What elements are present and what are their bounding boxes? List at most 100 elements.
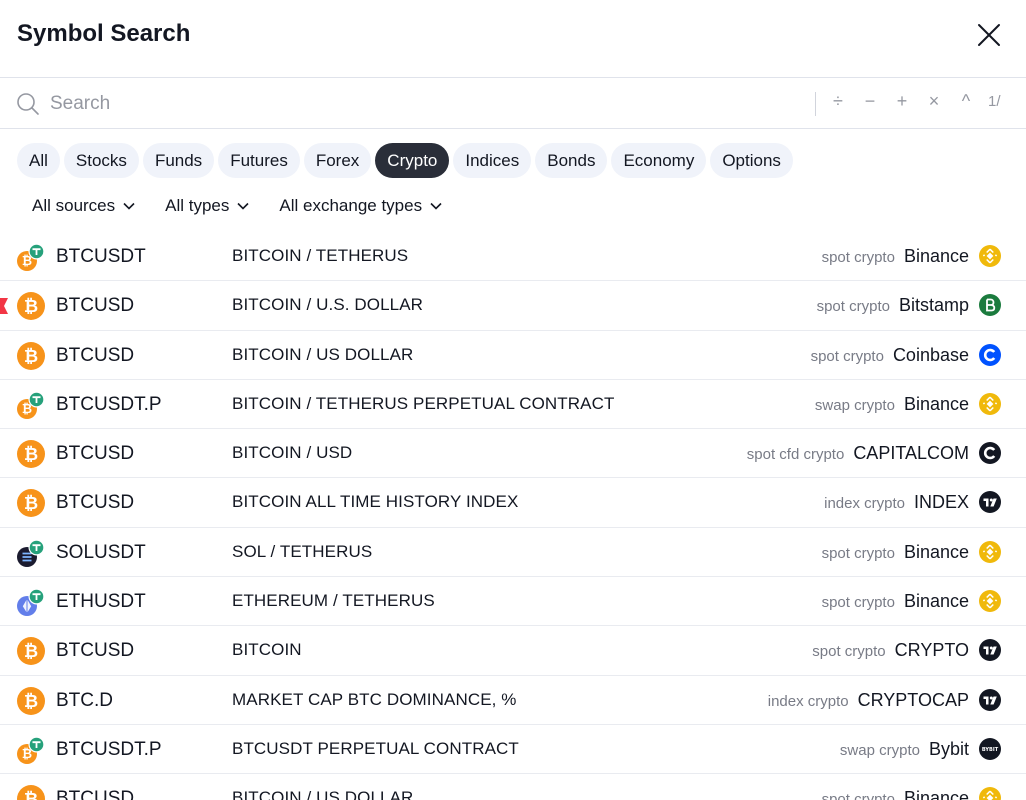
tab-crypto[interactable]: Crypto [375, 143, 450, 178]
symbol-row[interactable]: ₿ BTC.D MARKET CAP BTC DOMINANCE, % index c… [0, 676, 1026, 725]
tab-forex[interactable]: Forex [303, 143, 372, 178]
symbol-row[interactable]: ₿ BTCUSDT BITCOIN / TETHERUS spot crypto Bin… [0, 232, 1026, 282]
dialog-header: Symbol Search [0, 0, 1026, 70]
search-icon [17, 93, 39, 115]
bitcoin-icon: ₿ [17, 440, 45, 469]
symbol-ticker: BTCUSDT.P [56, 393, 162, 415]
exchange-name: Binance [903, 591, 969, 612]
symbol-list: ₿ BTCUSDT BITCOIN / TETHERUS spot crypto Bin… [0, 232, 1026, 800]
chevron-down-icon [123, 202, 135, 210]
spread-counter[interactable]: 1/ [988, 93, 1001, 110]
symbol-row[interactable]: ₿ BTCUSDT.P BTCUSDT PERPETUAL CONTRACT swap… [0, 725, 1026, 775]
symbol-type: spot crypto [821, 249, 895, 266]
bitcoin-icon: ₿ [17, 637, 45, 666]
symbol-ticker: BTCUSD [56, 788, 135, 800]
symbol-description: SOL / TETHERUS [232, 541, 373, 561]
tab-options[interactable]: Options [710, 143, 793, 178]
tab-stocks[interactable]: Stocks [63, 143, 139, 178]
symbol-row[interactable]: ₿ BTCUSD BITCOIN / USD spot cfd crypto CAPIT… [0, 429, 1026, 479]
symbol-type: spot crypto [812, 643, 886, 661]
symbol-ticker: BTC.D [56, 689, 113, 711]
tab-economy[interactable]: Economy [611, 143, 707, 178]
symbol-row[interactable]: ₿ BTCUSD BITCOIN spot crypto CRYPTO [0, 626, 1026, 676]
multiply-button[interactable]: × [924, 91, 944, 112]
symbol-description: BITCOIN / USD [232, 443, 353, 463]
tab-all[interactable]: All [17, 143, 60, 178]
binance-logo [979, 392, 1001, 415]
symbol-meta: spot crypto Binance [822, 591, 969, 612]
exchange-name: Binance [903, 788, 969, 800]
binance-logo [979, 590, 1001, 613]
exchange-name: Binance [903, 541, 969, 562]
tab-futures[interactable]: Futures [218, 143, 300, 178]
svg-text:₿: ₿ [24, 346, 38, 366]
types-filter[interactable]: All types [165, 196, 249, 216]
symbol-type: spot crypto [810, 347, 884, 365]
symbol-meta: spot crypto Bitstamp [817, 295, 969, 316]
symbol-row[interactable]: ₿ BTCUSDT.P BITCOIN / TETHERUS PERPETUAL C… [0, 380, 1026, 430]
tab-bonds[interactable]: Bonds [535, 143, 608, 178]
close-icon[interactable] [976, 22, 1002, 48]
symbol-row[interactable]: ETHUSDT ETHEREUM / TETHERUS spot crypto Bin… [0, 577, 1026, 627]
power-button[interactable]: ^ [956, 91, 976, 112]
bitcoin-icon: ₿ [17, 686, 45, 715]
bitcoin-tether-icon: ₿ [17, 243, 45, 271]
binance-logo [979, 787, 1001, 800]
symbol-meta: spot cfd crypto CAPITALCOM [747, 443, 969, 464]
symbol-type: spot crypto [821, 544, 895, 562]
tab-indices[interactable]: Indices [453, 143, 532, 178]
sources-filter-label: All sources [32, 196, 116, 215]
symbol-row[interactable]: SOLUSDT SOL / TETHERUS spot crypto Binance [0, 528, 1026, 578]
coinbase-logo [979, 343, 1001, 366]
chevron-down-icon [237, 202, 249, 210]
symbol-meta: index crypto CRYPTOCAP [768, 690, 969, 711]
symbol-description: BITCOIN ALL TIME HISTORY INDEX [232, 492, 519, 512]
search-divider [815, 92, 816, 116]
symbol-meta: spot crypto Binance [822, 542, 969, 563]
exchange-name: CRYPTO [894, 640, 969, 661]
tradingview-logo [979, 688, 1001, 711]
symbol-meta: swap crypto Bybit [840, 739, 969, 760]
search-input[interactable] [50, 90, 790, 118]
symbol-description: BITCOIN / TETHERUS PERPETUAL CONTRACT [232, 393, 615, 413]
divide-button[interactable]: ÷ [828, 91, 848, 112]
symbol-row[interactable]: ₿ BTCUSD BITCOIN ALL TIME HISTORY INDEX ind… [0, 478, 1026, 528]
tradingview-logo [979, 491, 1001, 514]
exchange-types-filter[interactable]: All exchange types [279, 196, 442, 216]
binance-logo [979, 245, 1001, 267]
symbol-meta: spot crypto Binance [822, 788, 969, 800]
filter-bar: All sources All types All exchange types [32, 196, 442, 216]
symbol-ticker: SOLUSDT [56, 541, 146, 563]
exchange-name: CRYPTOCAP [857, 689, 969, 710]
symbol-row[interactable]: ₿ BTCUSD BITCOIN / US DOLLAR spot crypto Bin… [0, 774, 1026, 800]
symbol-type: index crypto [824, 495, 905, 513]
tab-funds[interactable]: Funds [142, 143, 215, 178]
svg-text:₿: ₿ [24, 445, 38, 465]
symbol-description: BITCOIN / US DOLLAR [232, 788, 414, 800]
ethereum-tether-icon [17, 588, 45, 617]
symbol-type: spot crypto [821, 791, 895, 800]
symbol-ticker: BTCUSD [56, 640, 135, 662]
svg-text:₿: ₿ [24, 692, 38, 712]
symbol-description: BTCUSDT PERPETUAL CONTRACT [232, 738, 519, 758]
symbol-description: BITCOIN / U.S. DOLLAR [232, 295, 424, 315]
bitcoin-tether-icon: ₿ [17, 391, 45, 419]
exchange-name: Coinbase [892, 344, 969, 365]
bitcoin-icon: ₿ [17, 341, 45, 370]
symbol-meta: spot crypto Binance [822, 246, 969, 267]
plus-button[interactable]: + [892, 91, 912, 112]
sources-filter[interactable]: All sources [32, 196, 135, 216]
symbol-type: spot cfd crypto [746, 446, 845, 464]
symbol-ticker: BTCUSD [56, 344, 135, 366]
symbol-meta: spot crypto CRYPTO [812, 640, 969, 661]
symbol-description: MARKET CAP BTC DOMINANCE, % [232, 689, 517, 709]
symbol-description: ETHEREUM / TETHERUS [232, 591, 435, 611]
flag-icon[interactable] [0, 298, 8, 315]
symbol-row[interactable]: ₿ BTCUSD BITCOIN / US DOLLAR spot crypto Coi… [0, 331, 1026, 380]
symbol-row[interactable]: ₿ BTCUSD BITCOIN / U.S. DOLLAR spot crypto B… [0, 281, 1026, 331]
minus-button[interactable]: − [860, 91, 880, 112]
bitstamp-logo [979, 294, 1001, 317]
bitcoin-tether-icon: ₿ [17, 736, 45, 764]
search-bar: ÷ − + × ^ 1/ [0, 77, 1026, 129]
symbol-type: swap crypto [814, 396, 895, 414]
